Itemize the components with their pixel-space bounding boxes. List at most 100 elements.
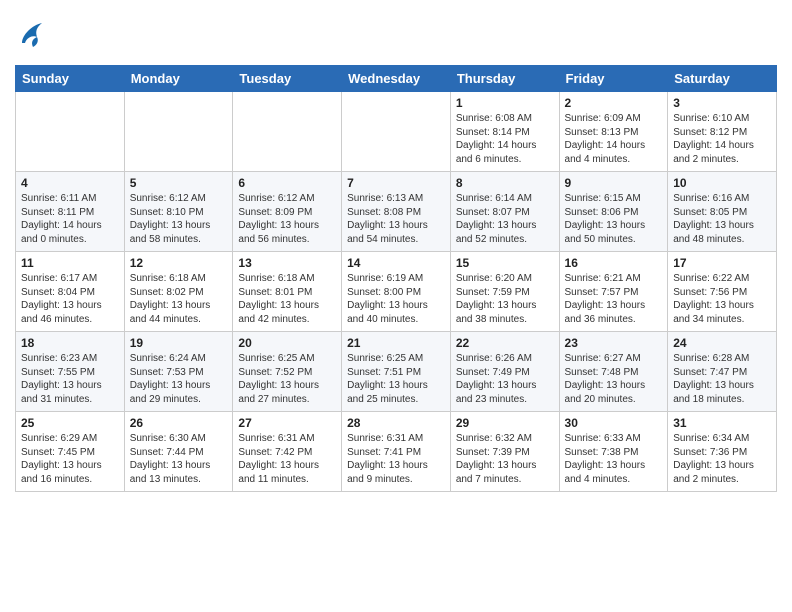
cell-daylight-info: Sunrise: 6:33 AM Sunset: 7:38 PM Dayligh… xyxy=(565,432,663,486)
calendar-cell xyxy=(233,92,342,172)
cell-content: 7 Sunrise: 6:13 AM Sunset: 8:08 PM Daylig… xyxy=(347,176,445,246)
cell-daylight-info: Sunrise: 6:19 AM Sunset: 8:00 PM Dayligh… xyxy=(347,272,445,326)
header xyxy=(15,10,777,57)
cell-content: 20Sunrise: 6:25 AM Sunset: 7:52 PM Dayli… xyxy=(238,336,336,406)
cell-content: 22Sunrise: 6:26 AM Sunset: 7:49 PM Dayli… xyxy=(456,336,554,406)
calendar-cell: 25Sunrise: 6:29 AM Sunset: 7:45 PM Dayli… xyxy=(16,412,125,492)
calendar-cell: 8 Sunrise: 6:14 AM Sunset: 8:07 PM Daylig… xyxy=(450,172,559,252)
day-number: 9 xyxy=(565,176,663,190)
cell-content: 29 Sunrise: 6:32 AM Sunset: 7:39 PM Dayli… xyxy=(456,416,554,486)
logo-bird-icon xyxy=(17,15,47,57)
cell-content: 15 Sunrise: 6:20 AM Sunset: 7:59 PM Dayli… xyxy=(456,256,554,326)
cell-daylight-info: Sunrise: 6:34 AM Sunset: 7:36 PM Dayligh… xyxy=(673,432,771,486)
cell-content: 30Sunrise: 6:33 AM Sunset: 7:38 PM Dayli… xyxy=(565,416,663,486)
calendar-cell: 2 Sunrise: 6:09 AM Sunset: 8:13 PM Daylig… xyxy=(559,92,668,172)
cell-daylight-info: Sunrise: 6:30 AM Sunset: 7:44 PM Dayligh… xyxy=(130,432,228,486)
cell-daylight-info: Sunrise: 6:28 AM Sunset: 7:47 PM Dayligh… xyxy=(673,352,771,406)
day-number: 7 xyxy=(347,176,445,190)
calendar-cell: 20Sunrise: 6:25 AM Sunset: 7:52 PM Dayli… xyxy=(233,332,342,412)
day-number: 1 xyxy=(456,96,554,110)
cell-daylight-info: Sunrise: 6:17 AM Sunset: 8:04 PM Dayligh… xyxy=(21,272,119,326)
calendar-week-1: 1 Sunrise: 6:08 AM Sunset: 8:14 PM Daylig… xyxy=(16,92,777,172)
cell-daylight-info: Sunrise: 6:23 AM Sunset: 7:55 PM Dayligh… xyxy=(21,352,119,406)
cell-daylight-info: Sunrise: 6:12 AM Sunset: 8:10 PM Dayligh… xyxy=(130,192,228,246)
calendar-week-5: 25Sunrise: 6:29 AM Sunset: 7:45 PM Dayli… xyxy=(16,412,777,492)
cell-daylight-info: Sunrise: 6:24 AM Sunset: 7:53 PM Dayligh… xyxy=(130,352,228,406)
day-number: 24 xyxy=(673,336,771,350)
cell-daylight-info: Sunrise: 6:25 AM Sunset: 7:52 PM Dayligh… xyxy=(238,352,336,406)
cell-content: 31 Sunrise: 6:34 AM Sunset: 7:36 PM Dayli… xyxy=(673,416,771,486)
calendar-cell: 17 Sunrise: 6:22 AM Sunset: 7:56 PM Dayli… xyxy=(668,252,777,332)
calendar-cell: 4Sunrise: 6:11 AM Sunset: 8:11 PM Daylig… xyxy=(16,172,125,252)
day-header-tuesday: Tuesday xyxy=(233,66,342,92)
cell-daylight-info: Sunrise: 6:31 AM Sunset: 7:42 PM Dayligh… xyxy=(238,432,336,486)
day-number: 11 xyxy=(21,256,119,270)
day-header-sunday: Sunday xyxy=(16,66,125,92)
cell-daylight-info: Sunrise: 6:21 AM Sunset: 7:57 PM Dayligh… xyxy=(565,272,663,326)
cell-content: 19 Sunrise: 6:24 AM Sunset: 7:53 PM Dayli… xyxy=(130,336,228,406)
cell-content: 24 Sunrise: 6:28 AM Sunset: 7:47 PM Dayli… xyxy=(673,336,771,406)
day-number: 15 xyxy=(456,256,554,270)
day-number: 28 xyxy=(347,416,445,430)
day-number: 4 xyxy=(21,176,119,190)
day-number: 29 xyxy=(456,416,554,430)
calendar-cell: 18 Sunrise: 6:23 AM Sunset: 7:55 PM Dayli… xyxy=(16,332,125,412)
cell-content: 2 Sunrise: 6:09 AM Sunset: 8:13 PM Daylig… xyxy=(565,96,663,166)
calendar-table: SundayMondayTuesdayWednesdayThursdayFrid… xyxy=(15,65,777,492)
cell-content: 9 Sunrise: 6:15 AM Sunset: 8:06 PM Daylig… xyxy=(565,176,663,246)
cell-daylight-info: Sunrise: 6:15 AM Sunset: 8:06 PM Dayligh… xyxy=(565,192,663,246)
calendar-week-4: 18 Sunrise: 6:23 AM Sunset: 7:55 PM Dayli… xyxy=(16,332,777,412)
day-number: 31 xyxy=(673,416,771,430)
calendar-header-row: SundayMondayTuesdayWednesdayThursdayFrid… xyxy=(16,66,777,92)
calendar-cell: 27Sunrise: 6:31 AM Sunset: 7:42 PM Dayli… xyxy=(233,412,342,492)
cell-content: 8 Sunrise: 6:14 AM Sunset: 8:07 PM Daylig… xyxy=(456,176,554,246)
day-number: 17 xyxy=(673,256,771,270)
calendar-cell: 13Sunrise: 6:18 AM Sunset: 8:01 PM Dayli… xyxy=(233,252,342,332)
calendar-cell: 7 Sunrise: 6:13 AM Sunset: 8:08 PM Daylig… xyxy=(342,172,451,252)
day-number: 25 xyxy=(21,416,119,430)
cell-daylight-info: Sunrise: 6:18 AM Sunset: 8:01 PM Dayligh… xyxy=(238,272,336,326)
cell-content: 13Sunrise: 6:18 AM Sunset: 8:01 PM Dayli… xyxy=(238,256,336,326)
cell-content: 1 Sunrise: 6:08 AM Sunset: 8:14 PM Daylig… xyxy=(456,96,554,166)
cell-daylight-info: Sunrise: 6:32 AM Sunset: 7:39 PM Dayligh… xyxy=(456,432,554,486)
calendar-cell: 1 Sunrise: 6:08 AM Sunset: 8:14 PM Daylig… xyxy=(450,92,559,172)
day-number: 22 xyxy=(456,336,554,350)
cell-daylight-info: Sunrise: 6:25 AM Sunset: 7:51 PM Dayligh… xyxy=(347,352,445,406)
day-number: 18 xyxy=(21,336,119,350)
calendar-cell: 28 Sunrise: 6:31 AM Sunset: 7:41 PM Dayli… xyxy=(342,412,451,492)
cell-content: 14 Sunrise: 6:19 AM Sunset: 8:00 PM Dayli… xyxy=(347,256,445,326)
cell-daylight-info: Sunrise: 6:14 AM Sunset: 8:07 PM Dayligh… xyxy=(456,192,554,246)
cell-daylight-info: Sunrise: 6:22 AM Sunset: 7:56 PM Dayligh… xyxy=(673,272,771,326)
day-number: 12 xyxy=(130,256,228,270)
day-number: 23 xyxy=(565,336,663,350)
calendar-cell: 16Sunrise: 6:21 AM Sunset: 7:57 PM Dayli… xyxy=(559,252,668,332)
calendar-cell xyxy=(124,92,233,172)
calendar-cell xyxy=(342,92,451,172)
day-number: 2 xyxy=(565,96,663,110)
cell-daylight-info: Sunrise: 6:08 AM Sunset: 8:14 PM Dayligh… xyxy=(456,112,554,166)
calendar-cell: 14 Sunrise: 6:19 AM Sunset: 8:00 PM Dayli… xyxy=(342,252,451,332)
cell-daylight-info: Sunrise: 6:31 AM Sunset: 7:41 PM Dayligh… xyxy=(347,432,445,486)
cell-content: 21Sunrise: 6:25 AM Sunset: 7:51 PM Dayli… xyxy=(347,336,445,406)
cell-content: 23 Sunrise: 6:27 AM Sunset: 7:48 PM Dayli… xyxy=(565,336,663,406)
calendar-cell: 12Sunrise: 6:18 AM Sunset: 8:02 PM Dayli… xyxy=(124,252,233,332)
day-number: 19 xyxy=(130,336,228,350)
cell-content: 3Sunrise: 6:10 AM Sunset: 8:12 PM Daylig… xyxy=(673,96,771,166)
cell-content: 26Sunrise: 6:30 AM Sunset: 7:44 PM Dayli… xyxy=(130,416,228,486)
cell-content: 12Sunrise: 6:18 AM Sunset: 8:02 PM Dayli… xyxy=(130,256,228,326)
day-number: 8 xyxy=(456,176,554,190)
cell-content: 17 Sunrise: 6:22 AM Sunset: 7:56 PM Dayli… xyxy=(673,256,771,326)
cell-daylight-info: Sunrise: 6:27 AM Sunset: 7:48 PM Dayligh… xyxy=(565,352,663,406)
cell-daylight-info: Sunrise: 6:13 AM Sunset: 8:08 PM Dayligh… xyxy=(347,192,445,246)
cell-content: 16Sunrise: 6:21 AM Sunset: 7:57 PM Dayli… xyxy=(565,256,663,326)
calendar-cell: 19 Sunrise: 6:24 AM Sunset: 7:53 PM Dayli… xyxy=(124,332,233,412)
calendar-cell: 21Sunrise: 6:25 AM Sunset: 7:51 PM Dayli… xyxy=(342,332,451,412)
day-number: 14 xyxy=(347,256,445,270)
day-number: 3 xyxy=(673,96,771,110)
cell-daylight-info: Sunrise: 6:20 AM Sunset: 7:59 PM Dayligh… xyxy=(456,272,554,326)
calendar-cell: 3Sunrise: 6:10 AM Sunset: 8:12 PM Daylig… xyxy=(668,92,777,172)
cell-daylight-info: Sunrise: 6:12 AM Sunset: 8:09 PM Dayligh… xyxy=(238,192,336,246)
cell-content: 11 Sunrise: 6:17 AM Sunset: 8:04 PM Dayli… xyxy=(21,256,119,326)
cell-daylight-info: Sunrise: 6:09 AM Sunset: 8:13 PM Dayligh… xyxy=(565,112,663,166)
calendar-cell: 29 Sunrise: 6:32 AM Sunset: 7:39 PM Dayli… xyxy=(450,412,559,492)
